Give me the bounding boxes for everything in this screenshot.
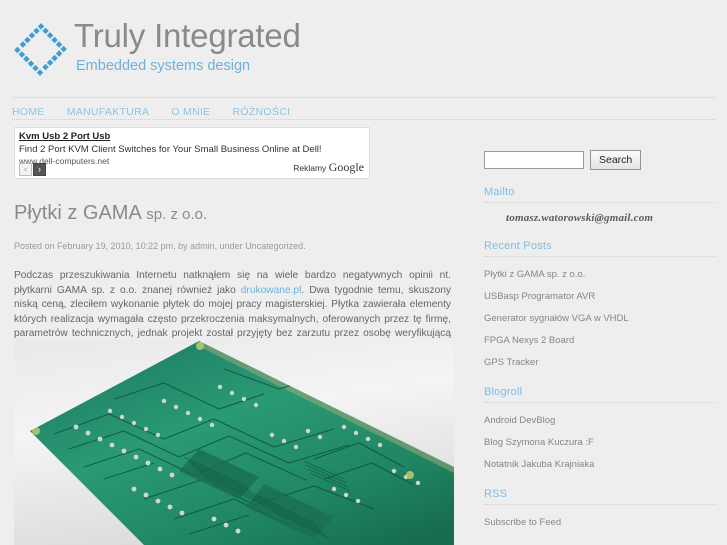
list-item[interactable]: Generator sygnałów VGA w VHDL [484, 308, 716, 326]
post-meta: Posted on February 19, 2010, 10:22 pm, b… [14, 241, 306, 252]
mailto-address[interactable]: tomasz.watorowski@gmail.com [484, 212, 716, 224]
site-tagline: Embedded systems design [76, 58, 251, 74]
nav-item-home[interactable]: HOME [12, 102, 45, 120]
nav-link-manufaktura[interactable]: MANUFAKTURA [67, 106, 150, 118]
recent-post-link-3[interactable]: FPGA Nexys 2 Board [484, 335, 574, 346]
mailto-section: Mailto tomasz.watorowski@gmail.com [484, 186, 716, 224]
list-item[interactable]: Android DevBlog [484, 410, 716, 428]
list-item[interactable]: Subscribe to Feed [484, 512, 716, 530]
blogroll-link-1[interactable]: Blog Szymona Kuczura :F [484, 437, 594, 448]
sidebar: Search Mailto tomasz.watorowski@gmail.co… [484, 150, 716, 545]
blogroll-heading: Blogroll [484, 386, 716, 403]
site-header: Truly Integrated Embedded systems design [0, 0, 727, 92]
site-logo[interactable]: Truly Integrated Embedded systems design [12, 16, 312, 88]
ad-brand-label: Reklamy Google [293, 160, 364, 175]
page-root: Truly Integrated Embedded systems design… [0, 0, 727, 545]
list-item[interactable]: Blog Szymona Kuczura :F [484, 432, 716, 450]
nav-link-roznosci[interactable]: RÓŻNOŚCI [232, 106, 290, 118]
blogroll-section: Blogroll Android DevBlog Blog Szymona Ku… [484, 386, 716, 472]
blogroll-link-0[interactable]: Android DevBlog [484, 415, 555, 426]
green-pcb-photo [14, 339, 454, 545]
recent-post-link-2[interactable]: Generator sygnałów VGA w VHDL [484, 313, 629, 324]
rss-section: RSS Subscribe to Feed [484, 488, 716, 530]
rss-subscribe-link[interactable]: Subscribe to Feed [484, 517, 561, 528]
list-item[interactable]: FPGA Nexys 2 Board [484, 330, 716, 348]
diamond-dotted-icon [12, 21, 70, 79]
post-body-link[interactable]: drukowane.pl [241, 285, 302, 296]
list-item[interactable]: USBasp Programator AVR [484, 286, 716, 304]
nav-item-manufaktura[interactable]: MANUFAKTURA [67, 102, 150, 120]
recent-post-link-0[interactable]: Płytki z GAMA sp. z o.o. [484, 269, 585, 280]
pcb-illustration [14, 339, 454, 545]
post-title-main: Płytki z GAMA [14, 202, 141, 224]
search-widget: Search [484, 150, 716, 170]
logo-text-block: Truly Integrated Embedded systems design [74, 16, 301, 75]
nav-item-roznosci[interactable]: RÓŻNOŚCI [232, 102, 290, 120]
recent-posts-list: Płytki z GAMA sp. z o.o. USBasp Programa… [484, 264, 716, 370]
google-logo-text: Google [328, 160, 364, 174]
site-title: Truly Integrated [74, 17, 301, 54]
main-content: Kvm Usb 2 Port Usb Find 2 Port KVM Clien… [14, 127, 454, 370]
mailto-heading: Mailto [484, 186, 716, 203]
ad-next-button[interactable]: › [33, 163, 46, 176]
search-button[interactable]: Search [590, 150, 642, 170]
blogroll-list: Android DevBlog Blog Szymona Kuczura :F … [484, 410, 716, 472]
list-item[interactable]: GPS Tracker [484, 352, 716, 370]
ad-prev-button[interactable]: ‹ [19, 163, 32, 176]
recent-post-link-4[interactable]: GPS Tracker [484, 357, 538, 368]
main-navigation: HOME MANUFAKTURA O MNIE RÓŻNOŚCI [12, 97, 715, 120]
recent-posts-heading: Recent Posts [484, 240, 716, 257]
post-title-suffix: sp. z o.o. [146, 206, 208, 223]
nav-link-home[interactable]: HOME [12, 106, 45, 118]
recent-post-link-1[interactable]: USBasp Programator AVR [484, 291, 595, 302]
google-ad-block[interactable]: Kvm Usb 2 Port Usb Find 2 Port KVM Clien… [14, 127, 370, 179]
list-item[interactable]: Notatnik Jakuba Krajniaka [484, 454, 716, 472]
ad-pager: ‹ › [19, 163, 47, 176]
nav-link-o-mnie[interactable]: O MNIE [171, 106, 210, 118]
ad-description: Find 2 Port KVM Client Switches for Your… [19, 144, 322, 155]
recent-posts-section: Recent Posts Płytki z GAMA sp. z o.o. US… [484, 240, 716, 370]
rss-heading: RSS [484, 488, 716, 505]
rss-list: Subscribe to Feed [484, 512, 716, 530]
ad-brand-prefix: Reklamy [293, 163, 327, 173]
blogroll-link-2[interactable]: Notatnik Jakuba Krajniaka [484, 459, 594, 470]
nav-item-o-mnie[interactable]: O MNIE [171, 102, 210, 120]
ad-headline[interactable]: Kvm Usb 2 Port Usb [19, 131, 365, 143]
search-input[interactable] [484, 151, 584, 169]
post-title: Płytki z GAMA sp. z o.o. [14, 201, 454, 227]
list-item[interactable]: Płytki z GAMA sp. z o.o. [484, 264, 716, 282]
